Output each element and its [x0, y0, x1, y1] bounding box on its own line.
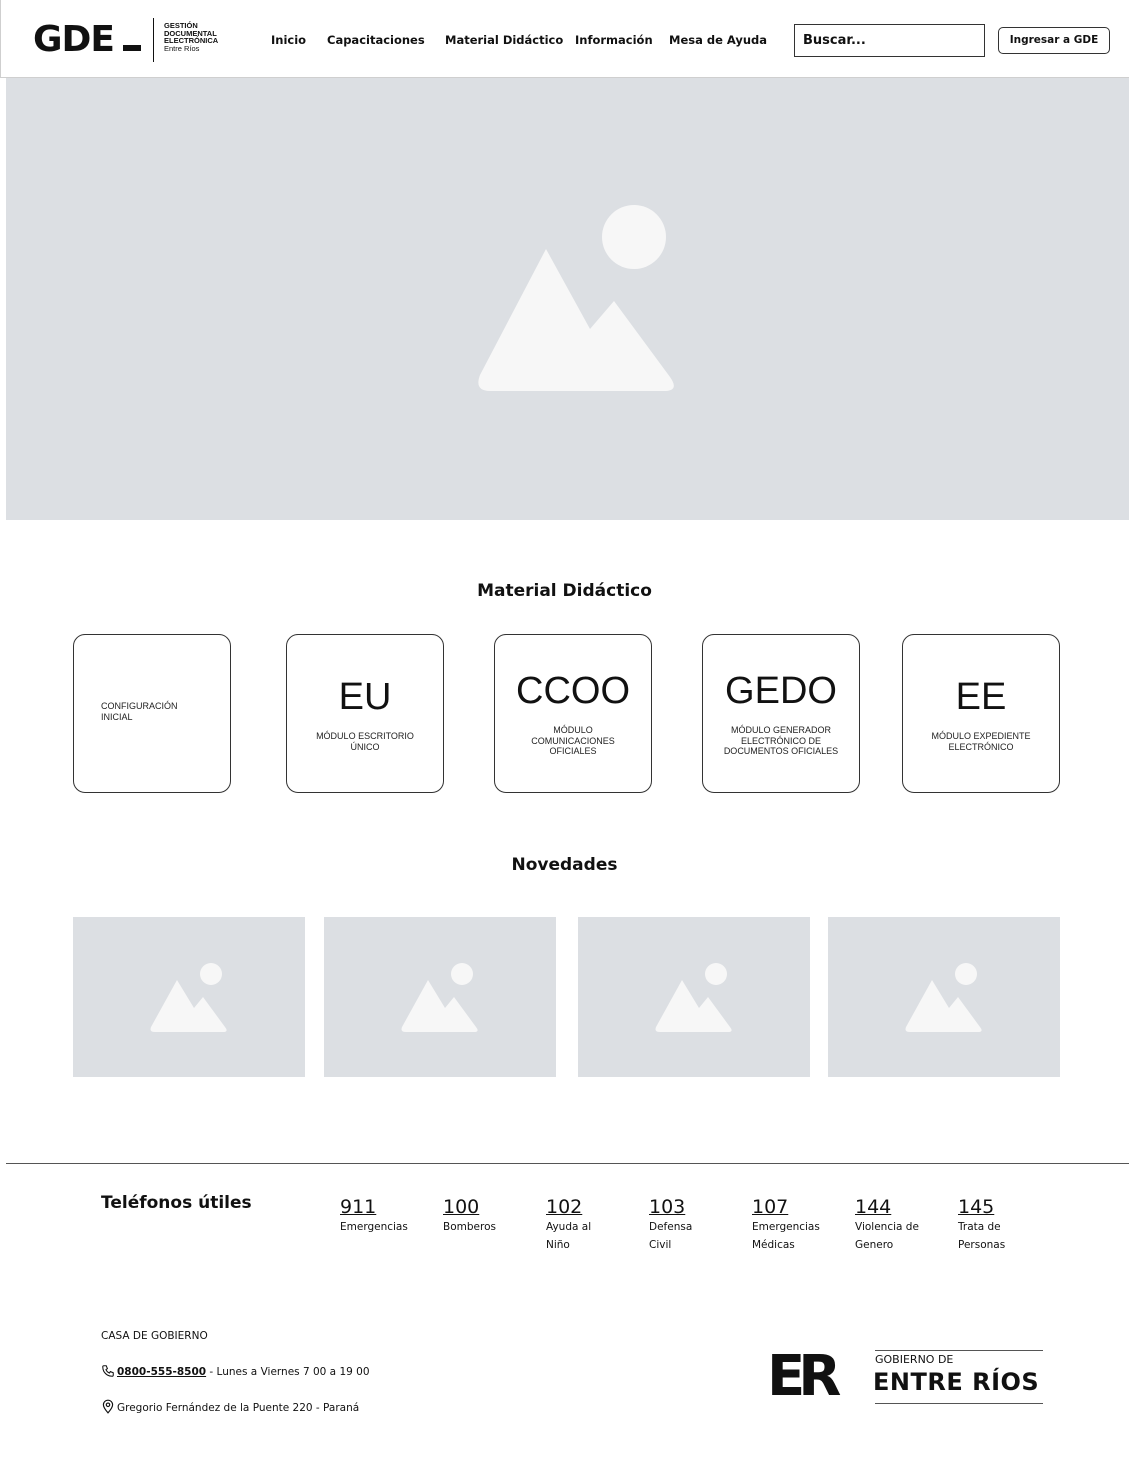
- card-gedo[interactable]: GEDO MÓDULO GENERADOR ELECTRÓNICO DE DOC…: [702, 634, 860, 793]
- gobierno-entre-rios-logo[interactable]: ER GOBIERNO DE ENTRE RÍOS: [767, 1346, 1047, 1408]
- nav-inicio[interactable]: Inicio: [271, 33, 306, 47]
- logo-divider: [153, 18, 154, 62]
- news-item[interactable]: [73, 917, 305, 1077]
- phone-icon: [102, 1365, 114, 1377]
- phone-144[interactable]: 144 Violencia de Genero: [855, 1196, 925, 1254]
- search-input[interactable]: Buscar...: [794, 24, 985, 57]
- phone-number[interactable]: 107: [752, 1196, 834, 1218]
- nav-material-didactico[interactable]: Material Didáctico: [445, 33, 563, 47]
- nav-informacion[interactable]: Información: [575, 33, 653, 47]
- phones-title: Teléfonos útiles: [101, 1193, 252, 1213]
- phone-911[interactable]: 911 Emergencias: [340, 1196, 420, 1236]
- image-placeholder-icon: [401, 963, 478, 1032]
- contact-address: Gregorio Fernández de la Puente 220 - Pa…: [117, 1402, 360, 1414]
- phone-number[interactable]: 100: [443, 1196, 523, 1218]
- card-desc: MÓDULO GENERADOR ELECTRÓNICO DE DOCUMENT…: [723, 725, 839, 756]
- er-mark: ER: [767, 1344, 841, 1409]
- image-placeholder-icon: [905, 963, 982, 1032]
- contact-phone-link[interactable]: 0800-555-8500: [117, 1366, 206, 1378]
- contact-phone-line: 0800-555-8500 - Lunes a Viernes 7 00 a 1…: [101, 1364, 370, 1378]
- material-didactico-title: Material Didáctico: [477, 581, 652, 601]
- casa-de-gobierno-label: CASA DE GOBIERNO: [101, 1330, 208, 1342]
- logo-rule-top: [875, 1350, 1043, 1351]
- image-placeholder-icon: [150, 963, 227, 1032]
- phone-107[interactable]: 107 Emergencias Médicas: [752, 1196, 834, 1254]
- phone-100[interactable]: 100 Bomberos: [443, 1196, 523, 1236]
- phone-number[interactable]: 103: [649, 1196, 704, 1218]
- phone-label: Emergencias: [340, 1221, 408, 1233]
- card-eu[interactable]: EU MÓDULO ESCRITORIO ÚNICO: [286, 634, 444, 793]
- location-pin-icon: [102, 1399, 114, 1414]
- phone-label: Bomberos: [443, 1221, 496, 1233]
- card-desc: CONFIGURACIÓN INICIAL: [101, 701, 178, 722]
- footer-divider: [6, 1163, 1129, 1164]
- phone-number[interactable]: 911: [340, 1196, 420, 1218]
- gde-logo-text: GESTIÓN DOCUMENTAL ELECTRÓNICA Entre Río…: [164, 22, 218, 52]
- novedades-title: Novedades: [511, 855, 618, 875]
- hero-banner: [6, 78, 1129, 520]
- phone-label: Trata de Personas: [958, 1221, 1006, 1251]
- image-placeholder-icon: [478, 205, 674, 391]
- card-ccoo[interactable]: CCOO MÓDULO COMUNICACIONES OFICIALES: [494, 634, 652, 793]
- logo-small-text: GOBIERNO DE: [875, 1353, 954, 1366]
- news-item[interactable]: [578, 917, 810, 1077]
- image-placeholder-icon: [655, 963, 732, 1032]
- card-abbr: CCOO: [516, 670, 630, 712]
- phone-label: Emergencias Médicas: [752, 1221, 820, 1251]
- phone-number[interactable]: 102: [546, 1196, 606, 1218]
- logo-rule-bottom: [875, 1403, 1043, 1404]
- card-desc: MÓDULO ESCRITORIO ÚNICO: [316, 731, 414, 752]
- phone-103[interactable]: 103 Defensa Civil: [649, 1196, 704, 1254]
- logo-big-text: ENTRE RÍOS: [873, 1368, 1040, 1396]
- nav-capacitaciones[interactable]: Capacitaciones: [327, 33, 425, 47]
- nav-mesa-de-ayuda[interactable]: Mesa de Ayuda: [669, 33, 767, 47]
- phone-102[interactable]: 102 Ayuda al Niño: [546, 1196, 606, 1254]
- site-header: GDE GESTIÓN DOCUMENTAL ELECTRÓNICA Entre…: [0, 0, 1129, 78]
- news-item[interactable]: [324, 917, 556, 1077]
- card-abbr: EU: [338, 676, 392, 718]
- contact-address-line: Gregorio Fernández de la Puente 220 - Pa…: [101, 1399, 359, 1414]
- phone-label: Defensa Civil: [649, 1221, 693, 1251]
- phone-label: Ayuda al Niño: [546, 1221, 592, 1251]
- card-abbr: GEDO: [725, 670, 837, 712]
- card-abbr: EE: [955, 676, 1007, 718]
- card-desc: MÓDULO EXPEDIENTE ELECTRÓNICO: [931, 731, 1031, 752]
- phone-145[interactable]: 145 Trata de Personas: [958, 1196, 1028, 1254]
- contact-hours: - Lunes a Viernes 7 00 a 19 00: [206, 1366, 370, 1378]
- news-item[interactable]: [828, 917, 1060, 1077]
- gde-logo-underscore: [123, 45, 141, 51]
- card-ee[interactable]: EE MÓDULO EXPEDIENTE ELECTRÓNICO: [902, 634, 1060, 793]
- logo-line-4: Entre Ríos: [164, 43, 200, 53]
- card-configuracion-inicial[interactable]: CONFIGURACIÓN INICIAL: [73, 634, 231, 793]
- card-desc: MÓDULO COMUNICACIONES OFICIALES: [531, 725, 615, 756]
- phone-number[interactable]: 144: [855, 1196, 925, 1218]
- phone-label: Violencia de Genero: [855, 1221, 919, 1251]
- gde-logo[interactable]: GDE: [33, 20, 115, 60]
- login-button[interactable]: Ingresar a GDE: [998, 27, 1110, 54]
- phone-number[interactable]: 145: [958, 1196, 1028, 1218]
